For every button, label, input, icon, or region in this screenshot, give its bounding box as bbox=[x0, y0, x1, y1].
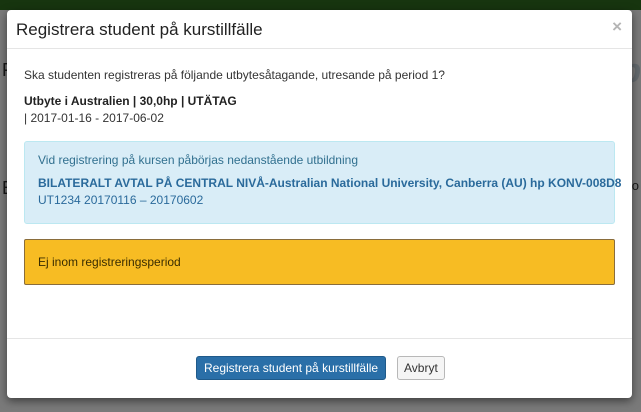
modal-header: Registrera student på kurstillfälle × bbox=[7, 10, 632, 49]
cancel-button[interactable]: Avbryt bbox=[397, 356, 445, 380]
info-alert: Vid registrering på kursen påbörjas neda… bbox=[24, 141, 621, 224]
warning-alert: Ej inom registreringsperiod bbox=[24, 239, 615, 285]
register-student-modal: Registrera student på kurstillfälle × Sk… bbox=[7, 10, 632, 398]
confirmation-question: Ska studenten registreras på följande ut… bbox=[24, 68, 445, 82]
exchange-dates: | 2017-01-16 - 2017-06-02 bbox=[24, 111, 164, 125]
close-icon[interactable]: × bbox=[612, 17, 622, 37]
modal-body: Ska studenten registreras på följande ut… bbox=[7, 49, 632, 285]
program-instance: UT1234 20170116 – 20170602 bbox=[38, 193, 204, 207]
modal-title: Registrera student på kurstillfälle bbox=[16, 20, 263, 39]
register-button[interactable]: Registrera student på kurstillfälle bbox=[196, 356, 387, 380]
exchange-title: Utbyte i Australien | 30,0hp | UTÄTAG bbox=[24, 94, 237, 108]
modal-footer: Registrera student på kurstillfälle Avbr… bbox=[7, 338, 632, 398]
program-link[interactable]: BILATERALT AVTAL PÅ CENTRAL NIVÅ-Austral… bbox=[38, 176, 621, 190]
info-intro-text: Vid registrering på kursen påbörjas neda… bbox=[38, 153, 358, 167]
